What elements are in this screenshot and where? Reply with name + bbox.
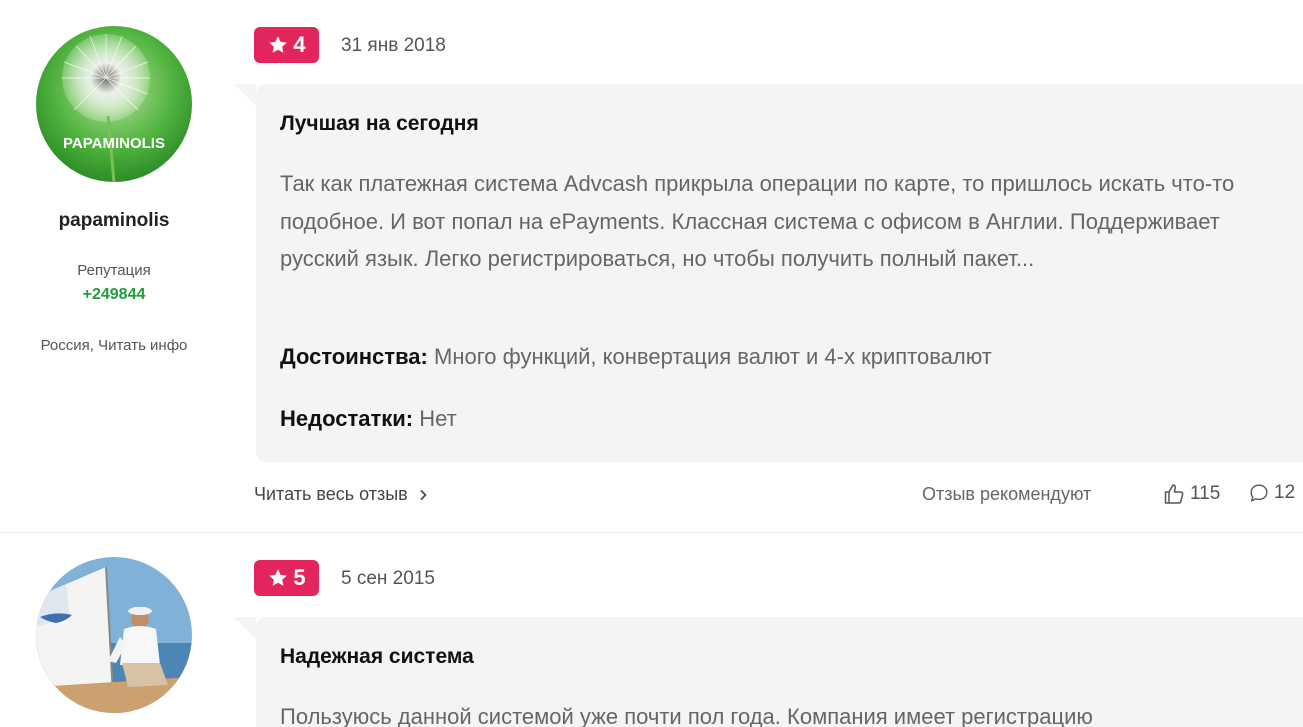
comment-count: 12 bbox=[1274, 482, 1296, 503]
review-text: Пользуюсь данной системой уже почти пол … bbox=[280, 704, 1093, 727]
review-card: PAPAMINOLIS papaminolis Репутация +24984… bbox=[0, 0, 1303, 532]
pros-text: Много функций, конвертация валют и 4-х к… bbox=[434, 344, 992, 369]
star-icon bbox=[269, 569, 288, 586]
review-title[interactable]: Лучшая на сегодня bbox=[280, 112, 479, 136]
like-count: 115 bbox=[1190, 483, 1221, 504]
author-location: Россия, Читать инфо bbox=[40, 337, 188, 354]
thumbs-up-icon bbox=[1164, 484, 1184, 504]
comments-button[interactable]: 12 bbox=[1248, 482, 1295, 504]
reputation-value: +249844 bbox=[82, 286, 146, 303]
sailboat-avatar-image bbox=[36, 557, 192, 713]
avatar[interactable]: PAPAMINOLIS bbox=[36, 26, 192, 182]
author-name[interactable]: papaminolis bbox=[0, 210, 228, 232]
comment-icon bbox=[1250, 484, 1268, 502]
review-title[interactable]: Надежная система bbox=[280, 645, 474, 669]
cons-label: Недостатки: bbox=[280, 406, 414, 431]
review-pros: Достоинства: Много функций, конвертация … bbox=[280, 344, 992, 370]
rating-badge: 4 bbox=[254, 27, 319, 63]
rating-badge: 5 bbox=[254, 560, 319, 596]
pros-label: Достоинства: bbox=[280, 344, 428, 369]
review-cons: Недостатки: Нет bbox=[280, 406, 457, 432]
read-full-review-link[interactable]: Читать весь отзыв bbox=[254, 484, 428, 505]
cons-text: Нет bbox=[419, 406, 457, 431]
review-content[interactable]: Надежная система Пользуюсь данной систем… bbox=[234, 617, 1303, 727]
reputation-label: Репутация bbox=[77, 262, 151, 279]
read-more-label: Читать весь отзыв bbox=[254, 484, 408, 504]
rating-value: 5 bbox=[293, 565, 306, 590]
chevron-right-icon bbox=[420, 489, 427, 500]
recommend-label: Отзыв рекомендуют bbox=[922, 484, 1092, 504]
rating-value: 4 bbox=[293, 32, 306, 57]
like-button[interactable]: 115 bbox=[1162, 482, 1220, 506]
avatar[interactable] bbox=[36, 557, 192, 713]
review-text: Так как платежная система Advcash прикры… bbox=[280, 171, 1235, 271]
review-card: 5 5 сен 2015 Надежная система Пользуюсь … bbox=[0, 533, 1303, 727]
review-content[interactable]: Лучшая на сегодня Так как платежная сист… bbox=[234, 84, 1303, 462]
avatar-text: PAPAMINOLIS bbox=[63, 135, 165, 152]
dandelion-avatar-image: PAPAMINOLIS bbox=[36, 26, 192, 182]
review-date: 5 сен 2015 bbox=[341, 568, 435, 589]
star-icon bbox=[269, 36, 288, 53]
review-date: 31 янв 2018 bbox=[341, 35, 446, 56]
